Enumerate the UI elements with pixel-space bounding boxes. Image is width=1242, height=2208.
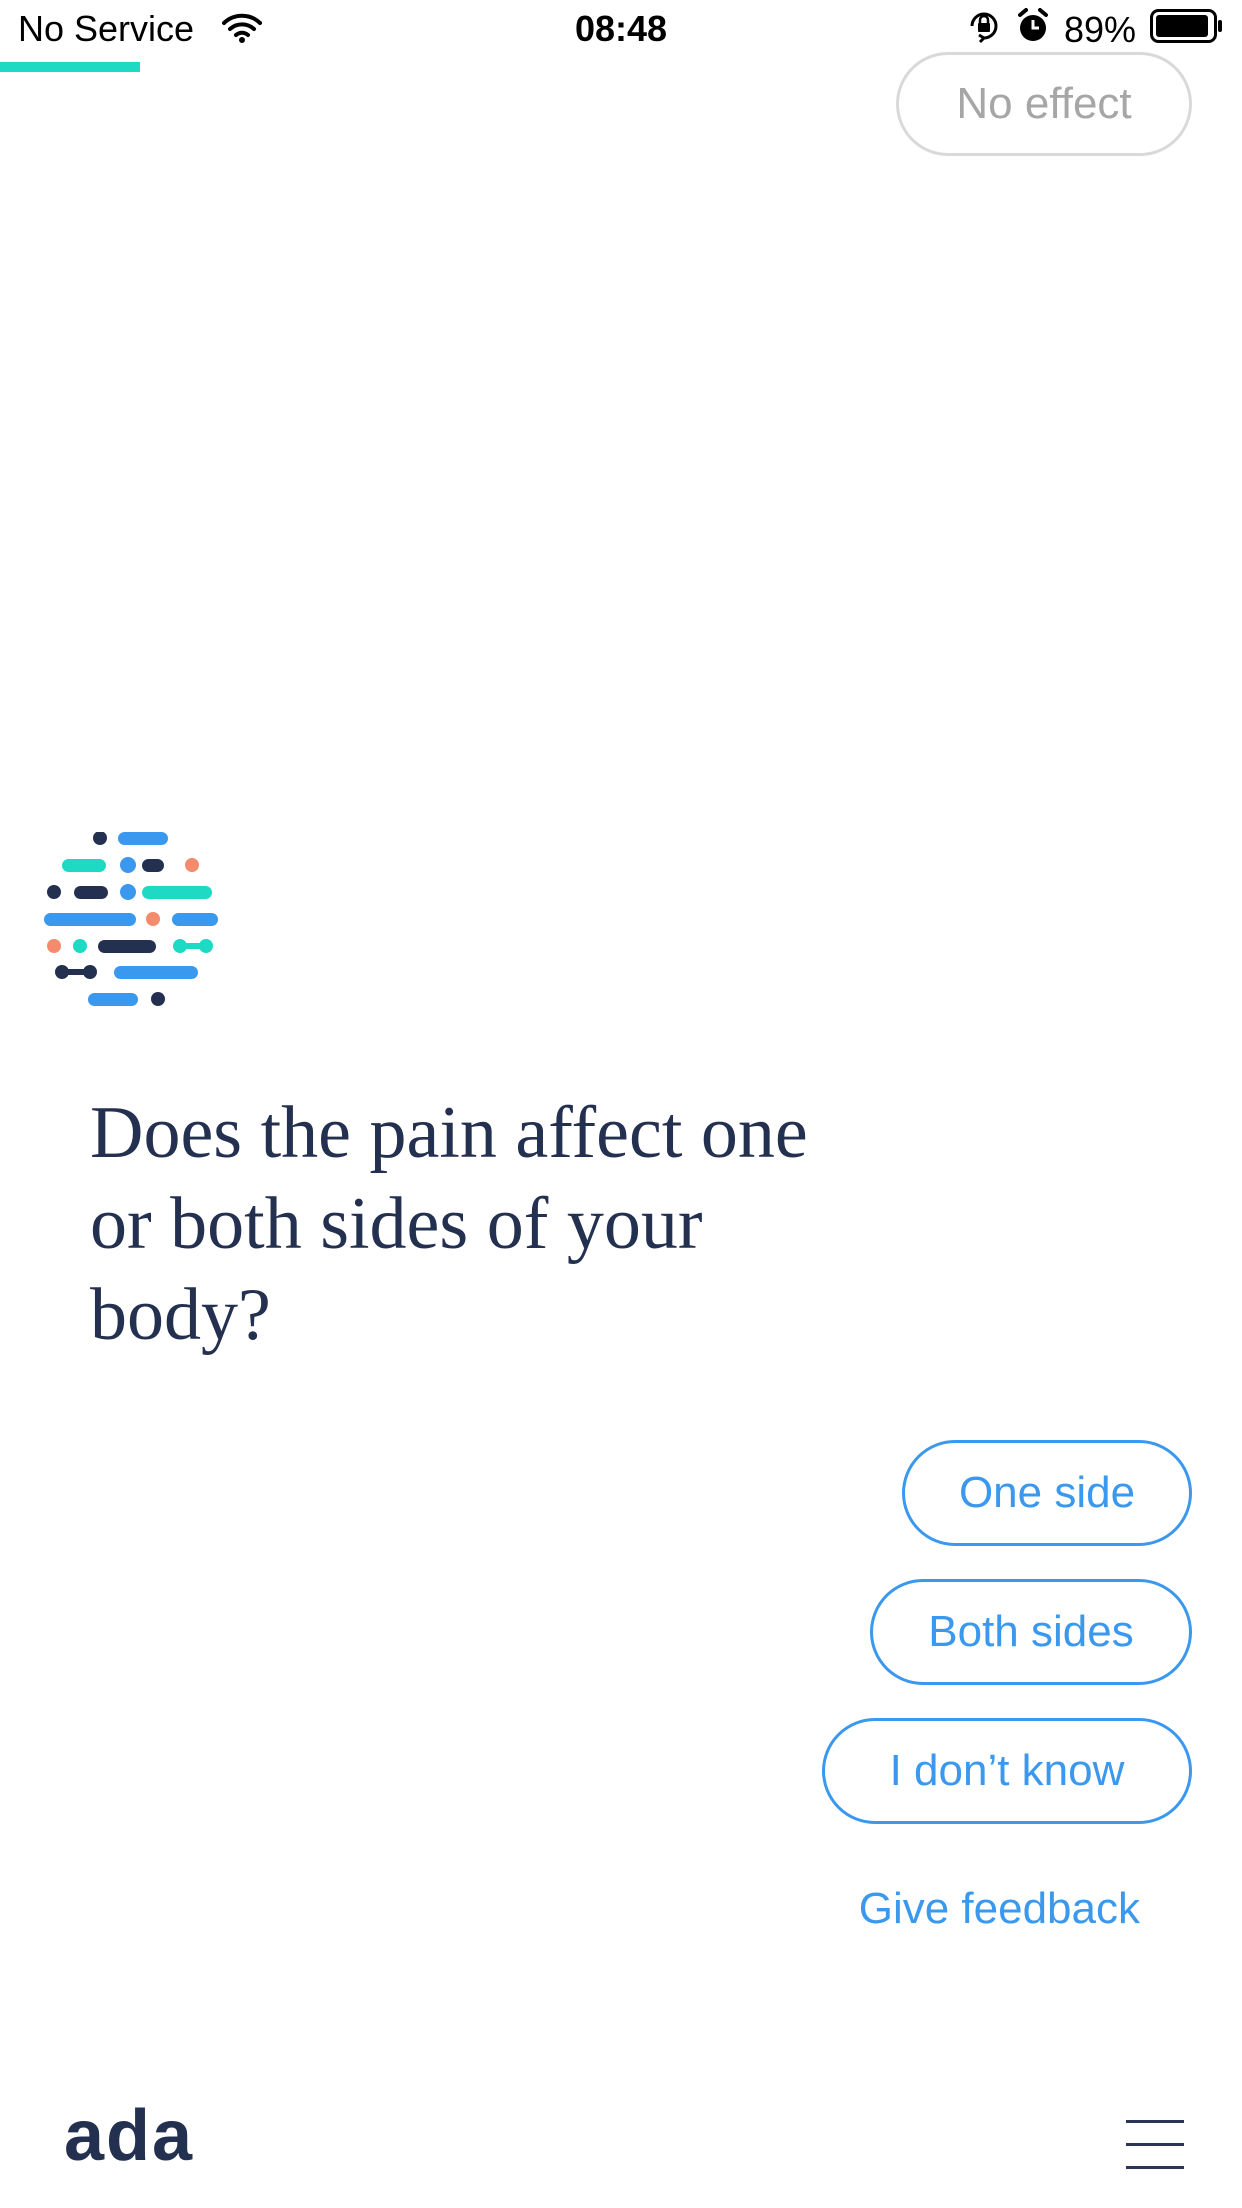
alarm-icon — [1016, 7, 1050, 53]
hamburger-menu-icon[interactable] — [1114, 2112, 1198, 2178]
ada-wordmark: ada — [64, 2096, 195, 2176]
answer-label: I don’t know — [889, 1746, 1125, 1795]
battery-icon — [1150, 8, 1224, 52]
battery-percent: 89% — [1063, 9, 1136, 50]
answer-both-sides-button[interactable]: Both sides — [870, 1579, 1192, 1685]
answer-one-side-button[interactable]: One side — [902, 1440, 1192, 1546]
ada-logo-mark-icon — [40, 831, 230, 1022]
question-text: Does the pain affect one or both sides o… — [90, 1092, 808, 1356]
answer-label: Both sides — [928, 1607, 1134, 1656]
previous-answer-chip: No effect — [896, 52, 1192, 156]
orientation-lock-icon — [966, 8, 1002, 53]
give-feedback-link[interactable]: Give feedback — [859, 1884, 1140, 1934]
previous-answer-label: No effect — [956, 79, 1132, 128]
status-right-group: 89% — [966, 7, 1224, 53]
answer-dont-know-button[interactable]: I don’t know — [822, 1718, 1192, 1824]
progress-fill — [0, 62, 141, 72]
answer-label: One side — [958, 1468, 1136, 1517]
